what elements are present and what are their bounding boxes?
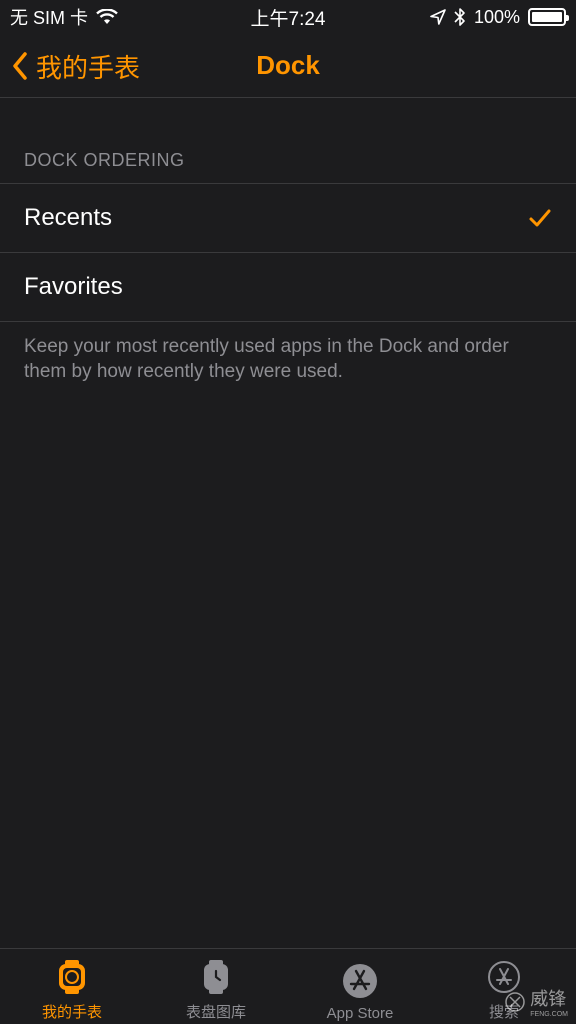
option-label: Recents [24,204,113,231]
tab-my-watch[interactable]: 我的手表 [0,949,144,1024]
checkmark-icon [529,209,551,227]
section-header: DOCK ORDERING [24,150,185,170]
carrier-label: 无 SIM 卡 [10,8,89,28]
option-label: Favorites [24,273,123,300]
watermark-subtext: FENG.COM [530,1011,568,1018]
dock-ordering-list: Recents Favorites [0,183,576,322]
option-favorites[interactable]: Favorites [0,253,576,322]
tab-bar: 我的手表 表盘图库 App Store 搜索 [0,948,576,1024]
tab-label: 表盘图库 [185,1004,246,1021]
tab-label: 我的手表 [41,1004,102,1021]
section-footer-note: Keep your most recently used apps in the… [24,336,509,382]
watch-face-gallery-icon [204,960,228,994]
app-store-icon [343,964,377,998]
watermark-text-block: 威锋 FENG.COM [530,985,568,1018]
watermark-logo-icon [505,991,526,1012]
bluetooth-icon [454,8,465,26]
wifi-icon [96,9,118,24]
location-arrow-icon [430,9,446,25]
status-right: 100% [430,6,569,28]
status-bar: 无 SIM 卡 上午7:24 100% [0,0,576,34]
battery-fill [532,12,562,22]
tab-face-gallery[interactable]: 表盘图库 [144,949,288,1024]
watermark-text: 威锋 [530,989,567,1009]
navigation-bar: 我的手表 Dock [0,34,576,98]
screen: 无 SIM 卡 上午7:24 100% 我的手表 Dock DOCK ORDER… [0,0,576,1024]
tab-label: App Store [326,1005,394,1022]
page-title: Dock [256,50,320,80]
option-recents[interactable]: Recents [0,184,576,253]
watch-icon [59,960,85,994]
battery-percent: 100% [473,6,520,27]
battery-icon [528,8,569,26]
status-left: 无 SIM 卡 [10,4,118,30]
watermark: 威锋 FENG.COM [504,985,568,1018]
tab-app-store[interactable]: App Store [288,949,432,1024]
